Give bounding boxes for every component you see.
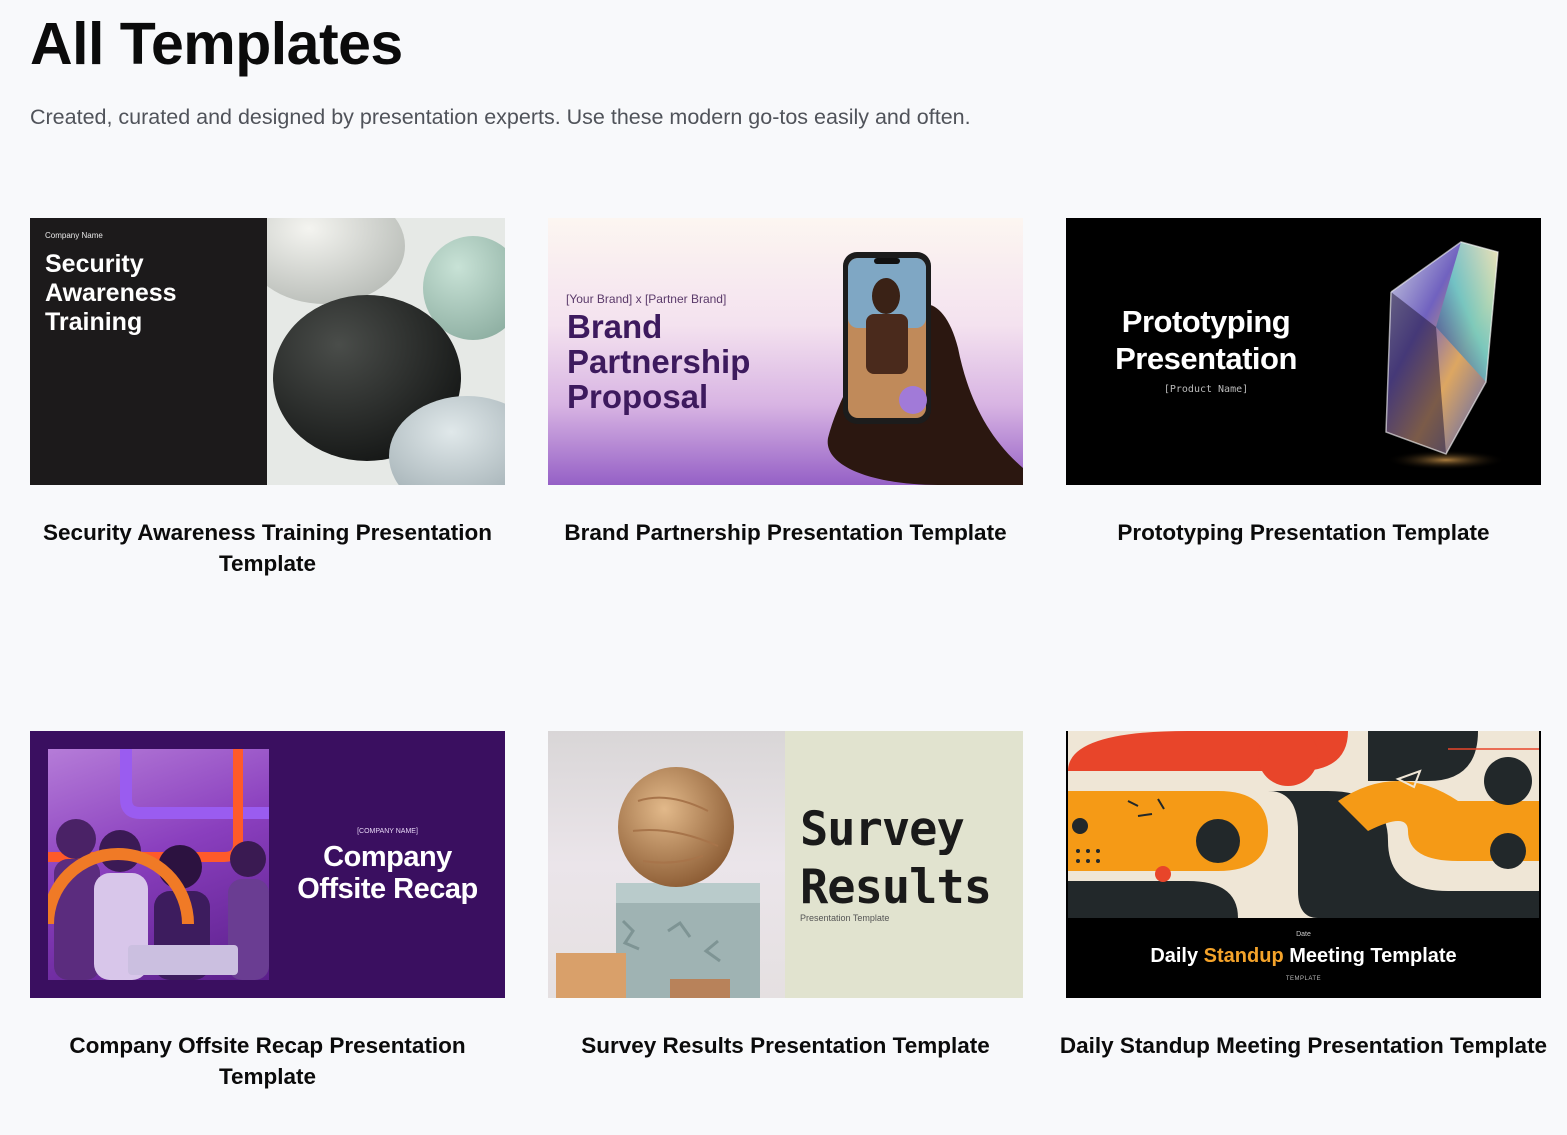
template-thumbnail[interactable]: Company Name Security Awareness Training — [30, 218, 505, 485]
thumbnail-date: Date — [1296, 931, 1311, 938]
template-thumbnail[interactable]: Survey Results Presentation Template — [548, 731, 1023, 998]
thumbnail-small-text: Company Name — [45, 231, 103, 240]
thumbnail-title: Brand Partnership Proposal — [567, 308, 751, 415]
crystal-image — [1385, 241, 1506, 470]
template-title[interactable]: Survey Results Presentation Template — [538, 1030, 1033, 1061]
sculpture-image — [548, 731, 785, 998]
thumbnail-title: Prototyping Presentation — [1115, 304, 1297, 376]
stones-image — [267, 218, 505, 485]
thumbnail-title: Company Offsite Recap — [297, 841, 478, 905]
template-thumbnail[interactable]: [Your Brand] x [Partner Brand] Brand Par… — [548, 218, 1023, 485]
thumbnail-title: Security Awareness Training — [45, 250, 177, 336]
thumbnail-tag: TEMPLATE — [1285, 976, 1322, 982]
template-title[interactable]: Prototyping Presentation Template — [1056, 517, 1551, 548]
hand-phone-image — [827, 252, 1023, 485]
title-highlight: Standup — [1203, 945, 1284, 967]
title-part: Daily — [1150, 945, 1204, 967]
thumbnail-title: Daily Standup Meeting Template — [1066, 945, 1541, 968]
template-title[interactable]: Company Offsite Recap Presentation Templ… — [20, 1030, 515, 1092]
thumbnail-small-text: [Your Brand] x [Partner Brand] — [566, 292, 727, 306]
template-title[interactable]: Brand Partnership Presentation Template — [538, 517, 1033, 548]
page-subtitle: Created, curated and designed by present… — [30, 105, 971, 129]
template-title[interactable]: Daily Standup Meeting Presentation Templ… — [1056, 1030, 1551, 1061]
abstract-art-image — [1068, 731, 1539, 918]
template-thumbnail[interactable]: [COMPANY NAME] Company Offsite Recap — [30, 731, 505, 998]
template-title[interactable]: Security Awareness Training Presentation… — [20, 517, 515, 579]
thumbnail-subtitle: [Product Name] — [1163, 384, 1249, 395]
thumbnail-small-text: [COMPANY NAME] — [357, 828, 418, 835]
thumbnail-title: Survey Results — [800, 802, 992, 915]
thumbnail-subtitle: Presentation Template — [800, 913, 890, 923]
team-photo-image — [48, 749, 269, 980]
template-thumbnail[interactable]: Prototyping Presentation [Product Name] — [1066, 218, 1541, 485]
page-title: All Templates — [30, 11, 403, 77]
title-part: Meeting Template — [1283, 945, 1457, 967]
template-thumbnail[interactable]: Date Daily Standup Meeting Template TEMP… — [1066, 731, 1541, 998]
